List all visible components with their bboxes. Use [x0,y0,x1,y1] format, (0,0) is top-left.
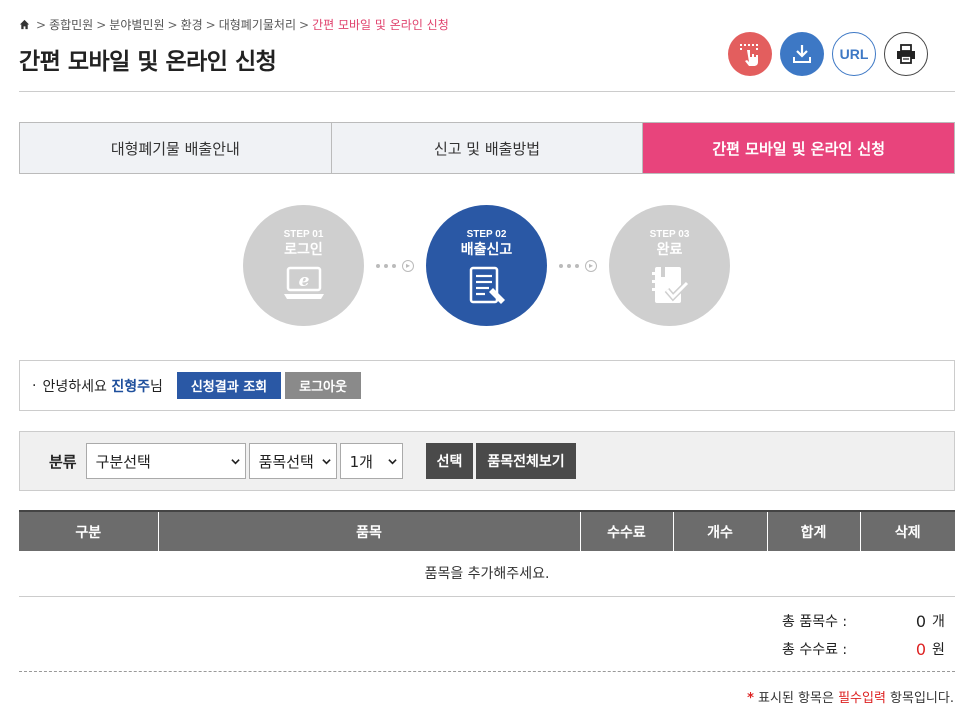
print-button[interactable] [884,32,928,76]
hand-touch-icon [740,44,758,66]
column-header: 수수료 [579,510,673,551]
item-table: 구분 품목 수수료 개수 합계 삭제 품목을 추가해주세요. [19,510,955,597]
logout-button[interactable]: 로그아웃 [285,372,361,399]
page-tools: URL [728,32,928,76]
url-copy-button[interactable]: URL [832,32,876,76]
breadcrumb-separator: > [205,17,216,32]
item-select-value: 품목선택 [258,452,314,471]
step-login: STEP 01 로그인 e [243,205,364,326]
user-greeting-box: · 안녕하세요 진형주 님 신청결과 조회 로그아웃 [19,360,955,411]
tab-disposal-guide[interactable]: 대형폐기물 배출안내 [20,123,331,173]
totals-summary: 총 품목수 : 0 개 총 수수료 : 0 원 [782,607,946,663]
column-header: 구분 [19,510,158,551]
column-header: 삭제 [859,510,955,551]
step-label: 로그인 [284,242,323,258]
step-number: STEP 03 [649,229,690,240]
greeting-text: 안녕하세요 [42,378,107,395]
home-icon[interactable] [19,19,30,30]
breadcrumb-separator: > [96,17,107,32]
item-filter-bar: 분류 구분선택 품목선택 1개 선택 품목전체보기 [19,431,955,491]
step-connector: ▸ [547,259,609,272]
page-title: 간편 모바일 및 온라인 신청 [19,49,277,75]
total-items-unit: 개 [932,614,945,630]
column-header: 개수 [672,510,767,551]
bullet: · [32,377,37,394]
step-connector: ▸ [364,259,426,272]
total-items-label: 총 품목수 : [782,614,848,630]
chevron-down-icon [321,458,331,464]
notebook-check-icon [651,267,689,303]
column-header: 품목 [157,510,580,551]
column-header: 합계 [766,510,860,551]
printer-icon [897,44,915,64]
chevron-down-icon [230,458,240,464]
breadcrumb-item[interactable]: 종합민원 [49,16,93,33]
total-items-row: 총 품목수 : 0 개 [782,607,946,635]
step-label: 완료 [656,242,683,258]
breadcrumb-separator: > [36,17,47,32]
title-divider [19,91,955,92]
breadcrumb: > 종합민원 > 분야별민원 > 환경 > 대형폐기물처리 > 간편 모바일 및… [19,16,449,33]
count-select[interactable]: 1개 [339,443,403,479]
table-header-row: 구분 품목 수수료 개수 합계 삭제 [19,510,955,551]
breadcrumb-item[interactable]: 환경 [181,16,203,33]
chevron-down-icon [387,458,397,464]
total-items-value: 0 [915,611,926,631]
breadcrumb-item[interactable]: 대형폐기물처리 [219,16,296,33]
breadcrumb-current: 간편 모바일 및 온라인 신청 [312,18,449,32]
step-number: STEP 02 [466,229,507,240]
empty-message: 품목을 추가해주세요. [19,551,955,597]
honorific: 님 [149,378,163,395]
dashed-divider [19,671,955,672]
breadcrumb-separator: > [167,17,178,32]
category-select[interactable]: 구분선택 [85,443,246,479]
required-field-note: * 표시된 항목은 필수입력 항목입니다. [747,687,954,706]
step-label: 배출신고 [460,242,513,258]
total-fee-row: 총 수수료 : 0 원 [782,635,946,663]
step-report: STEP 02 배출신고 [426,205,547,326]
breadcrumb-separator: > [299,17,310,32]
laptop-e-icon: e [283,266,324,299]
table-row: 품목을 추가해주세요. [19,551,955,597]
note-required: 필수입력 [838,691,886,706]
item-select[interactable]: 품목선택 [248,443,337,479]
touch-service-button[interactable] [728,32,772,76]
total-fee-unit: 원 [932,642,945,658]
download-icon [793,45,811,63]
category-select-value: 구분선택 [95,452,151,471]
note-text: 표시된 항목은 [753,691,839,706]
step-complete: STEP 03 완료 [609,205,730,326]
filter-label: 분류 [49,452,77,471]
breadcrumb-item[interactable]: 분야별민원 [109,16,164,33]
download-button[interactable] [780,32,824,76]
tab-report-method[interactable]: 신고 및 배출방법 [330,123,643,173]
note-text: 항목입니다. [885,691,954,706]
step-progress: STEP 01 로그인 e ▸ STEP 02 배출신고 ▸ STEP 03 완… [243,205,730,326]
count-select-value: 1개 [349,452,373,471]
tab-bar: 대형폐기물 배출안내 신고 및 배출방법 간편 모바일 및 온라인 신청 [19,122,955,174]
document-pen-icon [469,266,505,304]
select-button[interactable]: 선택 [425,443,474,479]
required-star: * [747,691,754,706]
svg-text:e: e [298,271,309,291]
total-fee-label: 총 수수료 : [782,642,848,658]
view-results-button[interactable]: 신청결과 조회 [176,372,282,399]
total-fee-value: 0 [915,639,926,659]
view-all-items-button[interactable]: 품목전체보기 [476,443,576,479]
tab-online-application[interactable]: 간편 모바일 및 온라인 신청 [642,123,955,173]
step-number: STEP 01 [283,229,324,240]
user-name: 진형주 [111,378,150,395]
